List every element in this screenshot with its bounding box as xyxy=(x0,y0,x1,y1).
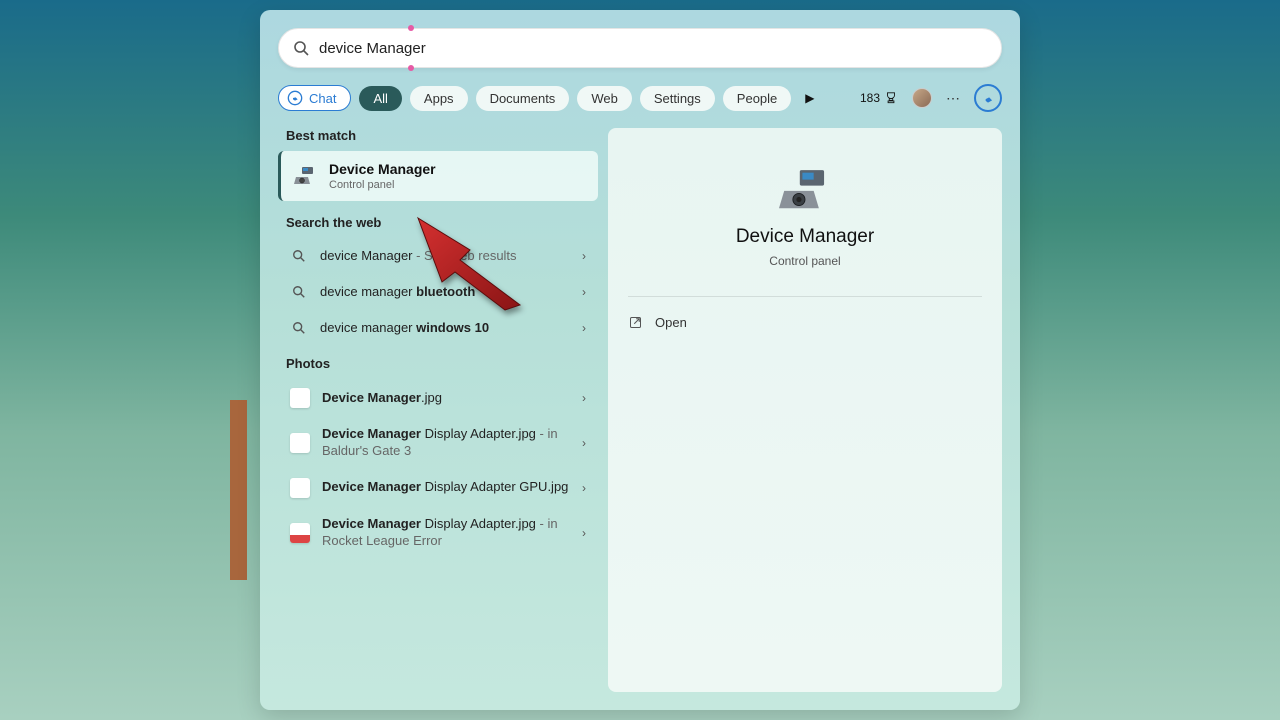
points-value: 183 xyxy=(860,91,880,105)
wallpaper-accent xyxy=(230,400,247,580)
rewards-points[interactable]: 183 xyxy=(860,91,898,105)
photo-result-0[interactable]: Device Manager.jpg › xyxy=(278,379,598,417)
photo-result-text: Device Manager Display Adapter GPU.jpg xyxy=(322,479,570,496)
detail-subtitle: Control panel xyxy=(769,254,840,268)
file-thumb xyxy=(290,433,310,453)
chevron-right-icon: › xyxy=(582,526,586,540)
search-bar[interactable] xyxy=(278,28,1002,68)
web-result-text: device manager bluetooth xyxy=(320,284,570,301)
bing-button[interactable] xyxy=(974,84,1002,112)
best-match-subtitle: Control panel xyxy=(329,179,436,191)
overflow-caret-icon[interactable]: ▶ xyxy=(805,91,814,105)
web-result-0[interactable]: device Manager - See web results › xyxy=(278,238,598,274)
more-icon[interactable]: ⋯ xyxy=(946,90,960,107)
cursor-marker-top xyxy=(408,25,414,31)
chat-button[interactable]: Chat xyxy=(278,85,351,111)
photo-result-3[interactable]: Device Manager Display Adapter.jpg - in … xyxy=(278,507,598,559)
open-label: Open xyxy=(655,315,687,330)
chevron-right-icon: › xyxy=(582,285,586,299)
best-match-item[interactable]: Device Manager Control panel xyxy=(278,151,598,201)
tab-apps[interactable]: Apps xyxy=(410,86,468,111)
web-result-text: device manager windows 10 xyxy=(320,320,570,337)
web-result-2[interactable]: device manager windows 10 › xyxy=(278,310,598,346)
divider xyxy=(628,296,982,297)
chevron-right-icon: › xyxy=(582,321,586,335)
photo-result-2[interactable]: Device Manager Display Adapter GPU.jpg › xyxy=(278,469,598,507)
tab-settings[interactable]: Settings xyxy=(640,86,715,111)
file-thumb xyxy=(290,388,310,408)
search-icon xyxy=(293,40,309,56)
file-thumb xyxy=(290,523,310,543)
chevron-right-icon: › xyxy=(582,481,586,495)
content-area: Best match Device Manager Control panel … xyxy=(278,128,1002,692)
cursor-marker-bottom xyxy=(408,65,414,71)
device-manager-large-icon xyxy=(779,168,831,212)
trophy-icon xyxy=(884,91,898,105)
chat-label: Chat xyxy=(309,91,336,106)
best-match-header: Best match xyxy=(286,128,598,143)
filter-row: Chat All Apps Documents Web Settings Peo… xyxy=(278,84,1002,112)
chevron-right-icon: › xyxy=(582,391,586,405)
user-avatar[interactable] xyxy=(912,88,932,108)
tab-all[interactable]: All xyxy=(359,86,401,111)
open-icon xyxy=(628,315,643,330)
bing-chat-icon xyxy=(287,90,303,106)
photo-result-text: Device Manager Display Adapter.jpg - in … xyxy=(322,426,570,460)
photo-result-text: Device Manager.jpg xyxy=(322,390,570,407)
bing-icon xyxy=(981,91,995,105)
tab-web[interactable]: Web xyxy=(577,86,632,111)
photo-result-text: Device Manager Display Adapter.jpg - in … xyxy=(322,516,570,550)
photo-result-1[interactable]: Device Manager Display Adapter.jpg - in … xyxy=(278,417,598,469)
best-match-title: Device Manager xyxy=(329,161,436,177)
detail-pane: Device Manager Control panel Open xyxy=(608,128,1002,692)
search-flyout: Chat All Apps Documents Web Settings Peo… xyxy=(260,10,1020,710)
tab-people[interactable]: People xyxy=(723,86,791,111)
photos-header: Photos xyxy=(286,356,598,371)
detail-title: Device Manager xyxy=(736,226,874,248)
tab-documents[interactable]: Documents xyxy=(476,86,570,111)
web-header: Search the web xyxy=(286,215,598,230)
search-input[interactable] xyxy=(319,40,987,57)
web-result-text: device Manager - See web results xyxy=(320,248,570,265)
chevron-right-icon: › xyxy=(582,436,586,450)
results-column: Best match Device Manager Control panel … xyxy=(278,128,598,692)
search-icon xyxy=(292,285,306,299)
search-icon xyxy=(292,321,306,335)
file-thumb xyxy=(290,478,310,498)
web-result-1[interactable]: device manager bluetooth › xyxy=(278,274,598,310)
search-icon xyxy=(292,249,306,263)
header-right-controls: 183 ⋯ xyxy=(860,84,1002,112)
device-manager-icon xyxy=(293,164,317,188)
chevron-right-icon: › xyxy=(582,249,586,263)
open-action[interactable]: Open xyxy=(628,315,687,330)
